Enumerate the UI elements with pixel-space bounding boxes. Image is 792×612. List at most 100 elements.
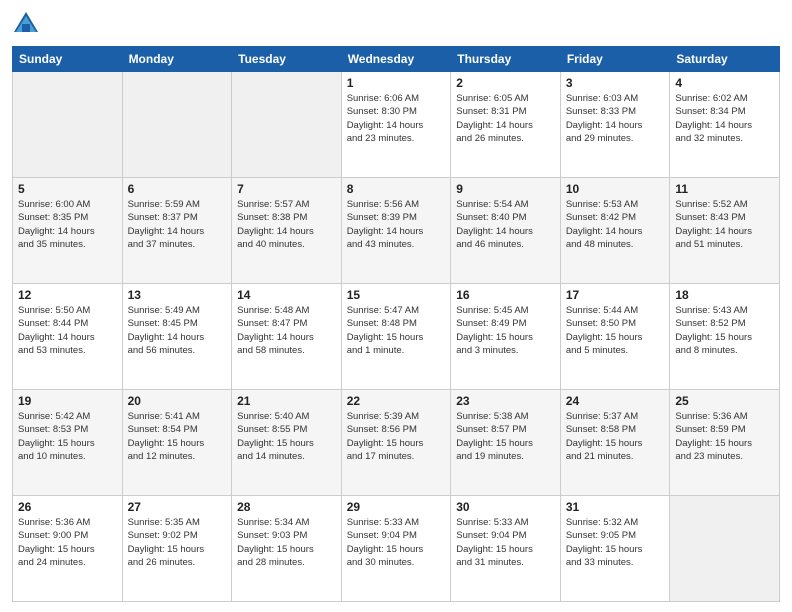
day-number: 31 bbox=[566, 500, 665, 514]
calendar-cell: 20 Sunrise: 5:41 AM Sunset: 8:54 PM Dayli… bbox=[122, 390, 232, 496]
calendar-cell: 5 Sunrise: 6:00 AM Sunset: 8:35 PM Daylig… bbox=[13, 178, 123, 284]
day-info: Sunrise: 5:47 AM Sunset: 8:48 PM Dayligh… bbox=[347, 304, 446, 357]
day-number: 29 bbox=[347, 500, 446, 514]
day-info: Sunrise: 5:54 AM Sunset: 8:40 PM Dayligh… bbox=[456, 198, 555, 251]
calendar-cell bbox=[670, 496, 780, 602]
logo-icon bbox=[12, 10, 40, 38]
calendar-cell: 6 Sunrise: 5:59 AM Sunset: 8:37 PM Daylig… bbox=[122, 178, 232, 284]
calendar-cell: 24Sunrise: 5:37 AM Sunset: 8:58 PM Dayli… bbox=[560, 390, 670, 496]
day-number: 16 bbox=[456, 288, 555, 302]
day-number: 19 bbox=[18, 394, 117, 408]
calendar-cell: 25Sunrise: 5:36 AM Sunset: 8:59 PM Dayli… bbox=[670, 390, 780, 496]
calendar-cell: 30 Sunrise: 5:33 AM Sunset: 9:04 PM Dayli… bbox=[451, 496, 561, 602]
day-info: Sunrise: 5:44 AM Sunset: 8:50 PM Dayligh… bbox=[566, 304, 665, 357]
calendar-header-friday: Friday bbox=[560, 47, 670, 72]
day-info: Sunrise: 5:39 AM Sunset: 8:56 PM Dayligh… bbox=[347, 410, 446, 463]
calendar-week-3: 12 Sunrise: 5:50 AM Sunset: 8:44 PM Dayli… bbox=[13, 284, 780, 390]
day-number: 13 bbox=[128, 288, 227, 302]
calendar-cell: 13 Sunrise: 5:49 AM Sunset: 8:45 PM Dayli… bbox=[122, 284, 232, 390]
day-info: Sunrise: 5:45 AM Sunset: 8:49 PM Dayligh… bbox=[456, 304, 555, 357]
day-number: 18 bbox=[675, 288, 774, 302]
day-number: 22 bbox=[347, 394, 446, 408]
day-number: 2 bbox=[456, 76, 555, 90]
day-info: Sunrise: 5:49 AM Sunset: 8:45 PM Dayligh… bbox=[128, 304, 227, 357]
day-number: 8 bbox=[347, 182, 446, 196]
calendar-cell: 27 Sunrise: 5:35 AM Sunset: 9:02 PM Dayli… bbox=[122, 496, 232, 602]
calendar-cell: 4 Sunrise: 6:02 AM Sunset: 8:34 PM Daylig… bbox=[670, 72, 780, 178]
calendar-cell: 16 Sunrise: 5:45 AM Sunset: 8:49 PM Dayli… bbox=[451, 284, 561, 390]
day-number: 17 bbox=[566, 288, 665, 302]
calendar-cell: 29 Sunrise: 5:33 AM Sunset: 9:04 PM Dayli… bbox=[341, 496, 451, 602]
page: SundayMondayTuesdayWednesdayThursdayFrid… bbox=[0, 0, 792, 612]
day-info: Sunrise: 5:32 AM Sunset: 9:05 PM Dayligh… bbox=[566, 516, 665, 569]
calendar-cell: 14 Sunrise: 5:48 AM Sunset: 8:47 PM Dayli… bbox=[232, 284, 342, 390]
day-info: Sunrise: 5:42 AM Sunset: 8:53 PM Dayligh… bbox=[18, 410, 117, 463]
day-info: Sunrise: 5:37 AM Sunset: 8:58 PM Dayligh… bbox=[566, 410, 665, 463]
calendar-cell: 19 Sunrise: 5:42 AM Sunset: 8:53 PM Dayli… bbox=[13, 390, 123, 496]
calendar-cell: 10 Sunrise: 5:53 AM Sunset: 8:42 PM Dayli… bbox=[560, 178, 670, 284]
day-info: Sunrise: 6:00 AM Sunset: 8:35 PM Dayligh… bbox=[18, 198, 117, 251]
day-info: Sunrise: 5:36 AM Sunset: 9:00 PM Dayligh… bbox=[18, 516, 117, 569]
calendar-cell: 22 Sunrise: 5:39 AM Sunset: 8:56 PM Dayli… bbox=[341, 390, 451, 496]
day-number: 26 bbox=[18, 500, 117, 514]
calendar-cell: 23 Sunrise: 5:38 AM Sunset: 8:57 PM Dayli… bbox=[451, 390, 561, 496]
day-info: Sunrise: 5:36 AM Sunset: 8:59 PM Dayligh… bbox=[675, 410, 774, 463]
calendar-cell: 31 Sunrise: 5:32 AM Sunset: 9:05 PM Dayli… bbox=[560, 496, 670, 602]
day-info: Sunrise: 5:56 AM Sunset: 8:39 PM Dayligh… bbox=[347, 198, 446, 251]
day-number: 6 bbox=[128, 182, 227, 196]
day-number: 15 bbox=[347, 288, 446, 302]
calendar-cell: 21 Sunrise: 5:40 AM Sunset: 8:55 PM Dayli… bbox=[232, 390, 342, 496]
day-number: 21 bbox=[237, 394, 336, 408]
day-number: 12 bbox=[18, 288, 117, 302]
day-info: Sunrise: 5:33 AM Sunset: 9:04 PM Dayligh… bbox=[456, 516, 555, 569]
day-info: Sunrise: 6:02 AM Sunset: 8:34 PM Dayligh… bbox=[675, 92, 774, 145]
day-info: Sunrise: 6:05 AM Sunset: 8:31 PM Dayligh… bbox=[456, 92, 555, 145]
calendar-table: SundayMondayTuesdayWednesdayThursdayFrid… bbox=[12, 46, 780, 602]
calendar-header-sunday: Sunday bbox=[13, 47, 123, 72]
calendar-week-1: 1 Sunrise: 6:06 AM Sunset: 8:30 PM Daylig… bbox=[13, 72, 780, 178]
day-info: Sunrise: 5:57 AM Sunset: 8:38 PM Dayligh… bbox=[237, 198, 336, 251]
day-number: 5 bbox=[18, 182, 117, 196]
calendar-cell: 7 Sunrise: 5:57 AM Sunset: 8:38 PM Daylig… bbox=[232, 178, 342, 284]
day-info: Sunrise: 5:43 AM Sunset: 8:52 PM Dayligh… bbox=[675, 304, 774, 357]
calendar-cell: 18 Sunrise: 5:43 AM Sunset: 8:52 PM Dayli… bbox=[670, 284, 780, 390]
calendar-cell: 26 Sunrise: 5:36 AM Sunset: 9:00 PM Dayli… bbox=[13, 496, 123, 602]
logo bbox=[12, 10, 44, 38]
calendar-header-monday: Monday bbox=[122, 47, 232, 72]
day-info: Sunrise: 5:40 AM Sunset: 8:55 PM Dayligh… bbox=[237, 410, 336, 463]
calendar-header-saturday: Saturday bbox=[670, 47, 780, 72]
day-info: Sunrise: 5:52 AM Sunset: 8:43 PM Dayligh… bbox=[675, 198, 774, 251]
day-info: Sunrise: 5:41 AM Sunset: 8:54 PM Dayligh… bbox=[128, 410, 227, 463]
day-info: Sunrise: 5:50 AM Sunset: 8:44 PM Dayligh… bbox=[18, 304, 117, 357]
header bbox=[12, 10, 780, 38]
day-number: 3 bbox=[566, 76, 665, 90]
day-number: 30 bbox=[456, 500, 555, 514]
calendar-cell bbox=[13, 72, 123, 178]
calendar-cell: 15 Sunrise: 5:47 AM Sunset: 8:48 PM Dayli… bbox=[341, 284, 451, 390]
day-number: 9 bbox=[456, 182, 555, 196]
calendar-cell: 3Sunrise: 6:03 AM Sunset: 8:33 PM Daylig… bbox=[560, 72, 670, 178]
calendar-header-row: SundayMondayTuesdayWednesdayThursdayFrid… bbox=[13, 47, 780, 72]
day-info: Sunrise: 5:34 AM Sunset: 9:03 PM Dayligh… bbox=[237, 516, 336, 569]
day-number: 23 bbox=[456, 394, 555, 408]
day-info: Sunrise: 5:33 AM Sunset: 9:04 PM Dayligh… bbox=[347, 516, 446, 569]
day-number: 1 bbox=[347, 76, 446, 90]
day-number: 27 bbox=[128, 500, 227, 514]
day-info: Sunrise: 5:59 AM Sunset: 8:37 PM Dayligh… bbox=[128, 198, 227, 251]
day-number: 4 bbox=[675, 76, 774, 90]
day-number: 14 bbox=[237, 288, 336, 302]
day-number: 10 bbox=[566, 182, 665, 196]
day-info: Sunrise: 5:35 AM Sunset: 9:02 PM Dayligh… bbox=[128, 516, 227, 569]
day-info: Sunrise: 5:48 AM Sunset: 8:47 PM Dayligh… bbox=[237, 304, 336, 357]
day-info: Sunrise: 6:06 AM Sunset: 8:30 PM Dayligh… bbox=[347, 92, 446, 145]
calendar-cell: 28Sunrise: 5:34 AM Sunset: 9:03 PM Dayli… bbox=[232, 496, 342, 602]
day-number: 20 bbox=[128, 394, 227, 408]
calendar-cell: 17 Sunrise: 5:44 AM Sunset: 8:50 PM Dayli… bbox=[560, 284, 670, 390]
day-info: Sunrise: 5:53 AM Sunset: 8:42 PM Dayligh… bbox=[566, 198, 665, 251]
calendar-week-5: 26 Sunrise: 5:36 AM Sunset: 9:00 PM Dayli… bbox=[13, 496, 780, 602]
calendar-cell: 9 Sunrise: 5:54 AM Sunset: 8:40 PM Daylig… bbox=[451, 178, 561, 284]
day-info: Sunrise: 5:38 AM Sunset: 8:57 PM Dayligh… bbox=[456, 410, 555, 463]
calendar-cell: 12 Sunrise: 5:50 AM Sunset: 8:44 PM Dayli… bbox=[13, 284, 123, 390]
calendar-week-4: 19 Sunrise: 5:42 AM Sunset: 8:53 PM Dayli… bbox=[13, 390, 780, 496]
day-number: 7 bbox=[237, 182, 336, 196]
